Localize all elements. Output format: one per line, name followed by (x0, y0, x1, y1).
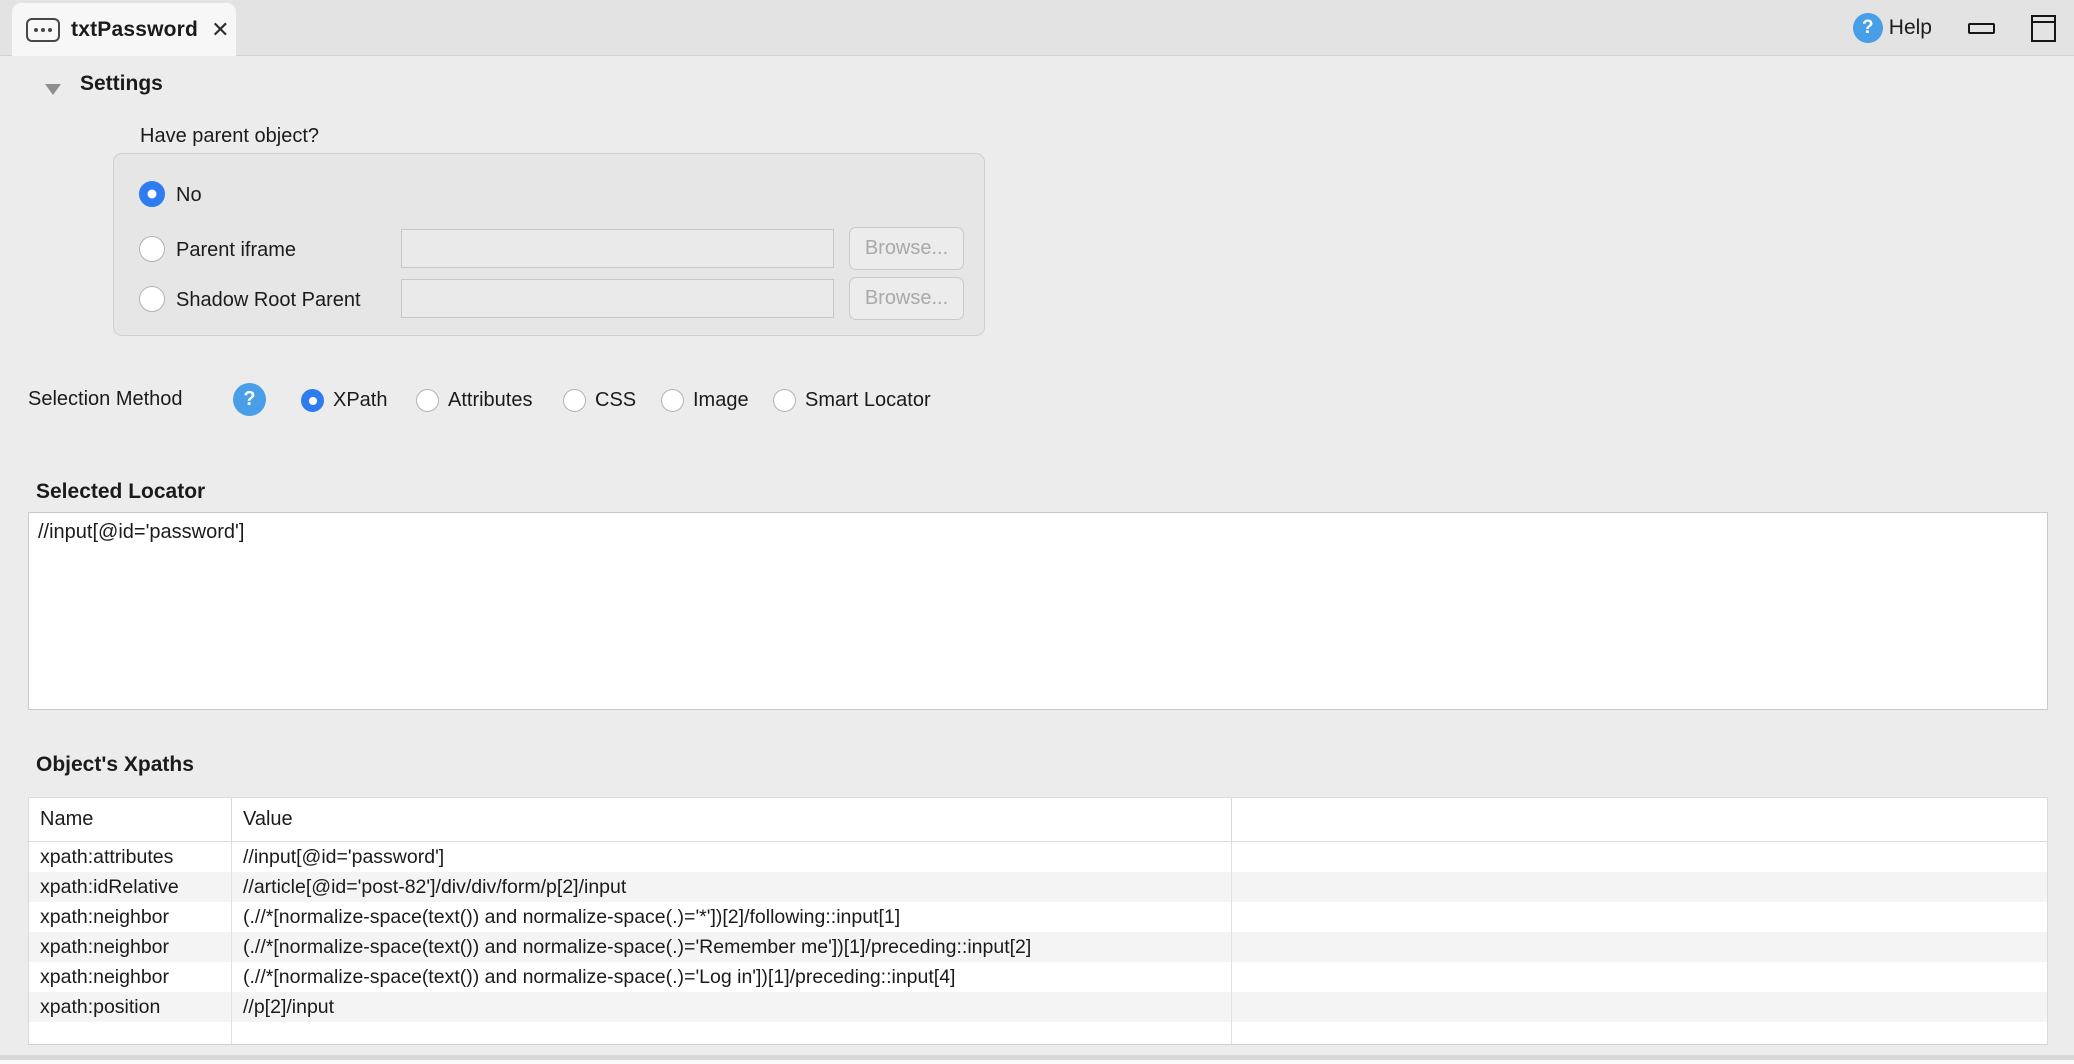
radio-no[interactable] (139, 181, 165, 207)
radio-smart-locator[interactable] (773, 389, 796, 412)
help-button[interactable]: Help (1889, 16, 1932, 40)
tab-close-icon[interactable]: ✕ (211, 19, 229, 41)
radio-shadow-root-label[interactable]: Shadow Root Parent (176, 289, 361, 312)
object-editor-panel: txtPassword ✕ ? Help Settings Have paren… (0, 0, 2074, 1064)
radio-attributes[interactable] (416, 389, 439, 412)
radio-css[interactable] (563, 389, 586, 412)
radio-shadow-root[interactable] (139, 286, 165, 312)
radio-image[interactable] (661, 389, 684, 412)
selected-locator-label: Selected Locator (36, 480, 205, 504)
parent-iframe-browse-button[interactable]: Browse... (849, 227, 964, 270)
panel-bottom-edge (0, 1060, 2074, 1064)
xpath-name-cell: xpath:position (29, 992, 232, 1022)
settings-section-title: Settings (80, 72, 163, 96)
radio-xpath[interactable] (301, 389, 324, 412)
selection-method-label: Selection Method (28, 388, 183, 411)
shadow-root-input[interactable] (401, 279, 834, 318)
xpath-value-cell: (.//*[normalize-space(text()) and normal… (232, 902, 1232, 932)
window-controls: ? Help (1853, 0, 2056, 56)
have-parent-label: Have parent object? (140, 125, 319, 148)
radio-image-label[interactable]: Image (693, 389, 749, 412)
xpath-value-cell: //article[@id='post-82']/div/div/form/p[… (232, 872, 1232, 902)
column-header-name[interactable]: Name (29, 798, 232, 841)
radio-css-label[interactable]: CSS (595, 389, 636, 412)
tab-bar: txtPassword ✕ ? Help (0, 0, 2074, 56)
radio-smart-locator-label[interactable]: Smart Locator (805, 389, 931, 412)
radio-attributes-label[interactable]: Attributes (448, 389, 532, 412)
radio-parent-iframe[interactable] (139, 236, 165, 262)
tab-txtpassword[interactable]: txtPassword ✕ (12, 3, 236, 56)
table-row[interactable]: xpath:neighbor (.//*[normalize-space(tex… (29, 902, 2047, 932)
xpath-value-cell: (.//*[normalize-space(text()) and normal… (232, 932, 1232, 962)
parent-iframe-input[interactable] (401, 229, 834, 268)
maximize-icon[interactable] (2031, 15, 2056, 42)
parent-object-groupbox: No Parent iframe Browse... Shadow Root P… (113, 153, 985, 336)
xpath-name-cell: xpath:neighbor (29, 932, 232, 962)
table-row[interactable]: xpath:neighbor (.//*[normalize-space(tex… (29, 962, 2047, 992)
xpaths-table: Name Value xpath:attributes //input[@id=… (28, 797, 2048, 1045)
column-header-value[interactable]: Value (232, 798, 1232, 841)
column-header-extra (1232, 798, 2047, 841)
radio-no-label[interactable]: No (176, 184, 202, 207)
help-icon[interactable]: ? (1853, 13, 1883, 43)
table-row[interactable]: xpath:neighbor (.//*[normalize-space(tex… (29, 932, 2047, 962)
selected-locator-input[interactable] (28, 512, 2048, 710)
xpath-name-cell: xpath:attributes (29, 842, 232, 872)
xpath-value-cell: //input[@id='password'] (232, 842, 1232, 872)
table-row[interactable]: xpath:idRelative //article[@id='post-82'… (29, 872, 2047, 902)
radio-xpath-label[interactable]: XPath (333, 389, 387, 412)
table-row[interactable]: xpath:attributes //input[@id='password'] (29, 842, 2047, 872)
test-object-icon (26, 18, 60, 42)
shadow-root-browse-button[interactable]: Browse... (849, 277, 964, 320)
minimize-icon[interactable] (1968, 23, 1995, 34)
xpath-value-cell: //p[2]/input (232, 992, 1232, 1022)
xpath-name-cell: xpath:neighbor (29, 962, 232, 992)
radio-parent-iframe-label[interactable]: Parent iframe (176, 239, 296, 262)
xpath-value-cell: (.//*[normalize-space(text()) and normal… (232, 962, 1232, 992)
table-empty-row (29, 1022, 2047, 1044)
settings-collapse-icon[interactable] (45, 84, 61, 95)
selection-method-help-icon[interactable]: ? (233, 383, 266, 416)
tab-title: txtPassword (71, 18, 198, 42)
xpath-name-cell: xpath:idRelative (29, 872, 232, 902)
xpath-name-cell: xpath:neighbor (29, 902, 232, 932)
table-header-row: Name Value (29, 798, 2047, 842)
table-row[interactable]: xpath:position //p[2]/input (29, 992, 2047, 1022)
objects-xpaths-label: Object's Xpaths (36, 753, 194, 777)
